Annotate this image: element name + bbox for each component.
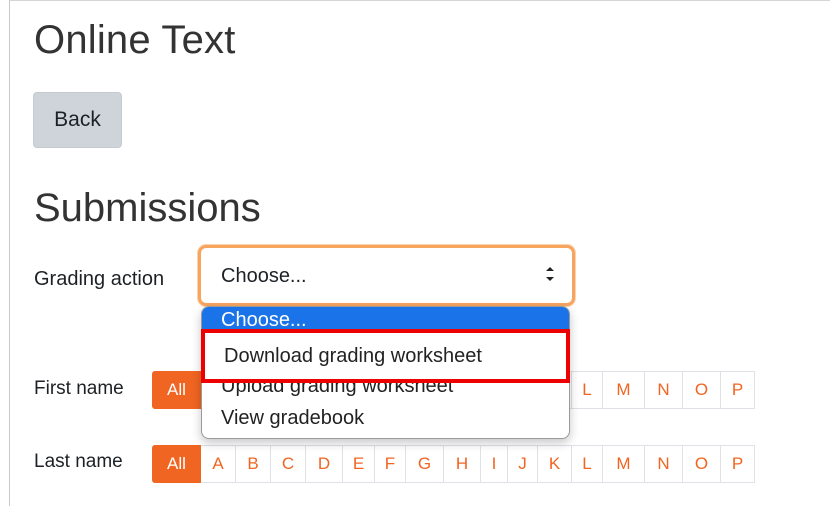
last-name-letter-a[interactable]: A	[201, 445, 236, 483]
first-name-filter-label: First name	[34, 378, 124, 399]
back-button[interactable]: Back	[33, 92, 122, 148]
dropdown-option-gradebook-label: View gradebook	[221, 407, 365, 429]
last-name-letter-n[interactable]: N	[645, 445, 683, 483]
last-name-letter-e[interactable]: E	[343, 445, 375, 483]
last-name-letter-p[interactable]: P	[721, 445, 755, 483]
first-name-letter-l[interactable]: L	[572, 371, 603, 409]
dropdown-option-download-worksheet[interactable]: Download grading worksheet	[201, 329, 570, 383]
first-name-letter-m[interactable]: M	[603, 371, 645, 409]
last-name-letter-b[interactable]: B	[236, 445, 271, 483]
last-name-letter-d[interactable]: D	[306, 445, 343, 483]
last-name-letter-f[interactable]: F	[375, 445, 406, 483]
last-name-all-button[interactable]: All	[152, 445, 201, 483]
last-name-letter-c[interactable]: C	[271, 445, 306, 483]
last-name-letter-i[interactable]: I	[481, 445, 508, 483]
grading-action-select[interactable]: Choose...	[198, 245, 575, 306]
grading-action-label: Grading action	[34, 268, 165, 290]
last-name-letter-g[interactable]: G	[406, 445, 444, 483]
first-name-letter-n[interactable]: N	[645, 371, 683, 409]
section-title: Submissions	[34, 186, 261, 230]
dropdown-option-view-gradebook[interactable]: View gradebook	[202, 405, 569, 433]
last-name-letter-h[interactable]: H	[444, 445, 481, 483]
last-name-filter-label: Last name	[34, 451, 123, 472]
last-name-letter-bar: All A B C D E F G H I J K L M N O P	[152, 445, 755, 483]
last-name-letter-o[interactable]: O	[683, 445, 721, 483]
first-name-letter-p[interactable]: P	[721, 371, 755, 409]
first-name-letter-o[interactable]: O	[683, 371, 721, 409]
page-frame-top-border	[9, 0, 830, 1]
dropdown-option-download-label: Download grading worksheet	[224, 345, 482, 367]
last-name-letter-m[interactable]: M	[603, 445, 645, 483]
page-frame-left-border	[9, 0, 10, 506]
select-arrows-icon	[546, 267, 554, 281]
last-name-letter-j[interactable]: J	[508, 445, 538, 483]
last-name-letter-k[interactable]: K	[538, 445, 572, 483]
page-title: Online Text	[34, 18, 236, 62]
grading-action-selected-value: Choose...	[221, 265, 307, 287]
first-name-all-button[interactable]: All	[152, 371, 201, 409]
last-name-letter-l[interactable]: L	[572, 445, 603, 483]
